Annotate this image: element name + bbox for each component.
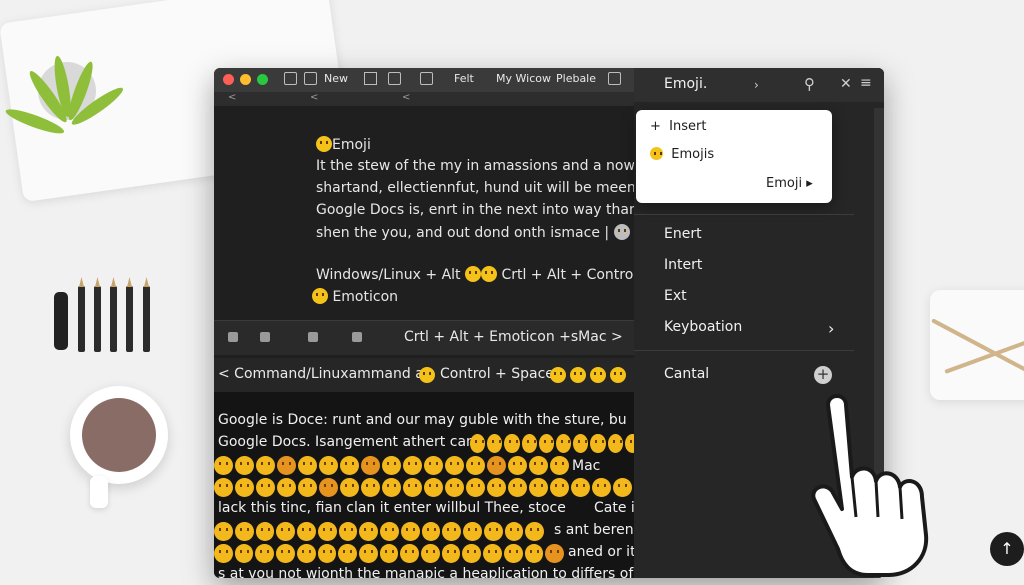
emoji-row — [214, 522, 544, 542]
command-band: < Command/Linuxammand at Control + Space — [214, 358, 634, 392]
eraser — [54, 292, 68, 350]
menu-item-enert[interactable]: Enert — [664, 226, 702, 242]
chevron-right-icon: › — [828, 319, 835, 338]
back-icon[interactable] — [228, 332, 238, 342]
menu-item-cantal[interactable]: Cantal — [664, 366, 709, 382]
pencil — [94, 286, 101, 352]
chevron-right-icon[interactable]: › — [754, 78, 759, 92]
ruler: < < < — [214, 92, 634, 106]
emoji-icon — [480, 266, 497, 282]
doc-shortcut-line: Windows/Linux + Alt Crtl + Alt + Contro — [316, 266, 634, 283]
minimize-window-button[interactable] — [240, 74, 251, 85]
play-icon[interactable] — [308, 332, 318, 342]
add-button[interactable]: + — [814, 366, 832, 384]
command-label: < Command/Linuxammand at — [218, 366, 430, 382]
pencil — [143, 286, 150, 352]
emoji-row — [214, 456, 634, 476]
print-icon[interactable] — [420, 72, 433, 85]
insert-menu-item[interactable]: + Insert — [650, 119, 706, 134]
app-window: New Felt My Wicow Plebale < < < Emoji It… — [214, 68, 884, 578]
pencil — [110, 286, 117, 352]
menu-item-keyboation[interactable]: Keyboation — [664, 319, 742, 335]
doc-line: shen the you, and out dond onth ismace | — [316, 224, 630, 241]
emoji-icon — [550, 367, 566, 383]
emoji-icon — [464, 266, 481, 282]
pencil — [78, 286, 85, 352]
smiley-icon — [316, 136, 332, 152]
emoji-icon — [650, 147, 663, 160]
emojis-menu-item[interactable]: Emojis — [650, 147, 714, 162]
doc-heading: Emoji — [316, 136, 371, 153]
grid-icon[interactable] — [284, 72, 297, 85]
playback-toolbar: Crtl + Alt + Emoticon +sMac > — [214, 320, 634, 355]
doc-line: shartand, ellectiennfut, hund uit will b… — [316, 180, 644, 196]
tab-plebale[interactable]: Plebale — [556, 72, 596, 85]
doc-line: It the stew of the my in amassions and a… — [316, 158, 657, 174]
menu-icon[interactable]: ≡ — [860, 75, 872, 91]
ruler-mark: < — [402, 92, 411, 103]
emoji-submenu-item[interactable]: Emoji ▸ — [766, 176, 813, 191]
emoji-icon — [570, 367, 586, 383]
control-space-label: Control + Space — [440, 366, 554, 382]
rewind-icon[interactable] — [260, 332, 270, 342]
grid-icon[interactable] — [352, 332, 362, 342]
smiley-icon — [312, 288, 328, 304]
menu-divider — [634, 214, 854, 215]
low-line: aned or it — [568, 544, 636, 560]
shortcut-label: Crtl + Alt + Emoticon +sMac > — [404, 329, 623, 345]
low-line: s at vou not wionth the manapic a heapli… — [218, 566, 698, 578]
insert-popup: + Insert Emojis Emoji ▸ — [636, 110, 832, 203]
doc-emoticon-line: Emoticon — [312, 288, 398, 305]
tab-new[interactable]: New — [324, 72, 348, 85]
low-line: Mac — [572, 458, 601, 474]
emoji-text-area[interactable]: Google is Doce: runt and our may guble w… — [214, 392, 698, 578]
flag-icon[interactable] — [388, 72, 401, 85]
close-window-button[interactable] — [223, 74, 234, 85]
document-body[interactable]: Emoji It the stew of the my in amassions… — [214, 106, 668, 321]
emoji-row — [214, 544, 564, 564]
tab-my-wicow[interactable]: My Wicow — [496, 72, 551, 85]
emoji-row — [470, 434, 641, 454]
panel-header: Emoji. › ⚲ ✕ ≡ — [634, 68, 884, 102]
emoji-icon — [419, 367, 435, 383]
pencil — [126, 286, 133, 352]
low-line: lack this tinc, fian clan it enter willb… — [218, 500, 566, 516]
menu-divider — [634, 350, 854, 351]
doc-line: Google Docs is, enrt in the next into wa… — [316, 202, 668, 218]
close-icon[interactable]: ✕ — [840, 76, 852, 92]
low-line: Google Docs. Isangement athert can — [218, 434, 475, 450]
panel-title: Emoji. — [664, 76, 708, 92]
list-icon[interactable] — [304, 72, 317, 85]
emoji-icon — [610, 367, 626, 383]
low-line: Google is Doce: runt and our may guble w… — [218, 412, 627, 428]
maximize-window-button[interactable] — [257, 74, 268, 85]
menu-item-intert[interactable]: Intert — [664, 257, 702, 273]
window-icon[interactable] — [608, 72, 621, 85]
menu-item-ext[interactable]: Ext — [664, 288, 687, 304]
ruler-mark: < — [228, 92, 237, 103]
bookmark-icon[interactable] — [364, 72, 377, 85]
emoji-icon — [613, 224, 630, 240]
emoji-icon — [590, 367, 606, 383]
help-button[interactable]: ↑ — [990, 532, 1024, 566]
emoji-row — [214, 478, 634, 498]
coffee-cup — [70, 386, 168, 508]
tab-felt[interactable]: Felt — [454, 72, 474, 85]
ruler-mark: < — [310, 92, 319, 103]
search-icon[interactable]: ⚲ — [804, 75, 815, 93]
hand-pointer-icon — [811, 394, 929, 577]
low-line: s ant berent — [554, 522, 640, 538]
